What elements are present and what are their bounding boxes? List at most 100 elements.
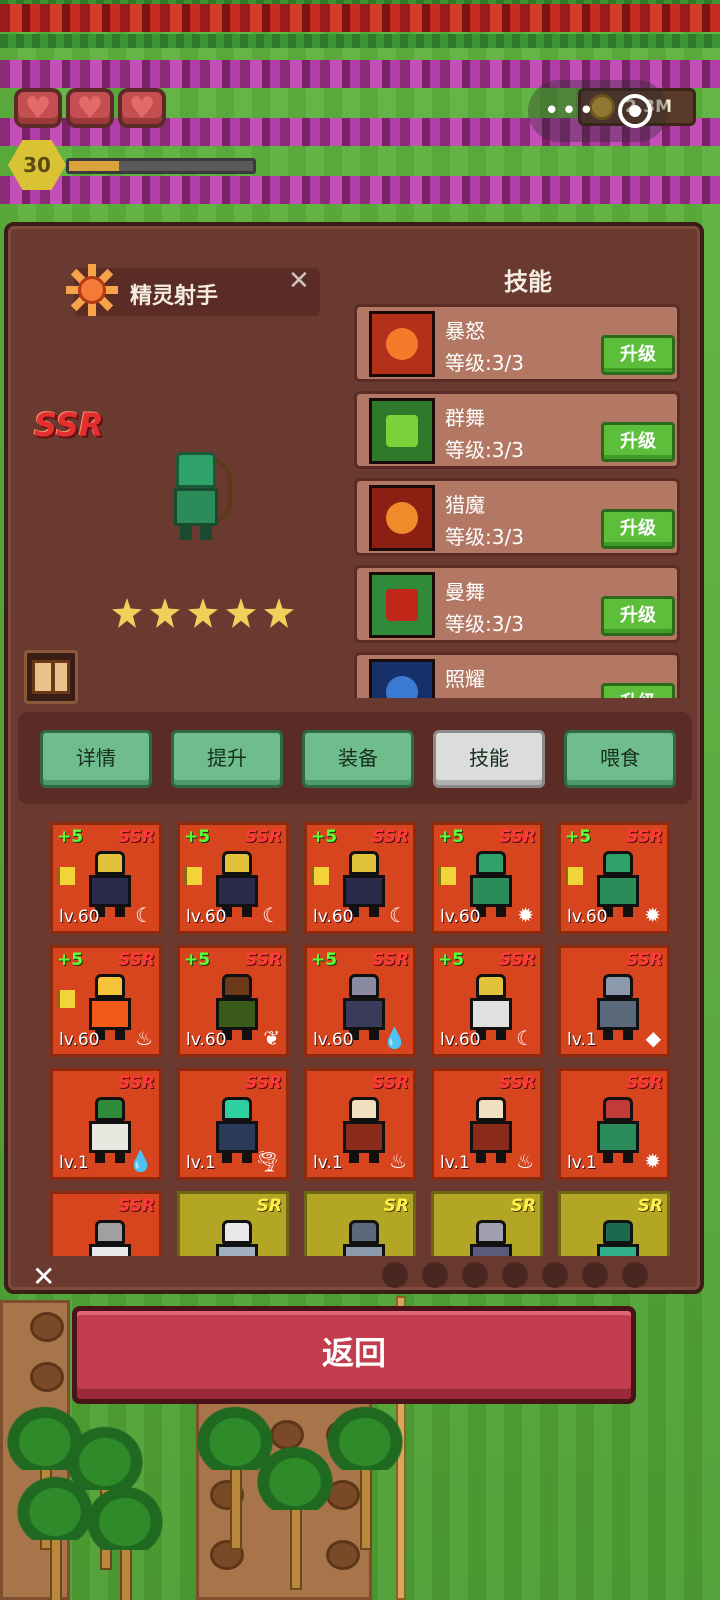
hero-card-elf-archer[interactable]: +5 SSR lv.60 ✹ xyxy=(558,822,670,934)
element-icon: ♨ xyxy=(516,1149,534,1173)
red-flower-row xyxy=(0,4,720,32)
return-button[interactable]: 返回 xyxy=(72,1306,636,1404)
element-icon: 🌪 xyxy=(254,1149,280,1173)
flag-icon xyxy=(311,867,329,885)
unit-level: lv.60 xyxy=(567,907,608,927)
skills-title: 技能 xyxy=(504,268,552,296)
arrow-up-icon xyxy=(369,398,435,464)
earth-filter-icon[interactable] xyxy=(422,1262,448,1288)
book-icon[interactable] xyxy=(24,650,78,704)
skill-level: 等级:3/3 xyxy=(445,525,524,549)
hero-card-dark-knight[interactable]: +5 SSR lv.60 ☾ xyxy=(50,822,162,934)
rarity-tag: SSR xyxy=(118,950,155,970)
more-menu-icon[interactable]: ••• xyxy=(544,96,596,126)
sun-icon xyxy=(66,264,118,316)
upgrade-button[interactable]: 升级 xyxy=(601,335,675,375)
unit-sprite xyxy=(337,1220,391,1256)
element-icon: ☾ xyxy=(262,903,280,927)
hero-card-wind-spirit[interactable]: SSR lv.1 🌪 xyxy=(177,1068,289,1180)
hero-card-dark-knight[interactable]: +5 SSR lv.60 ☾ xyxy=(177,822,289,934)
xp-bar-fill xyxy=(69,161,119,171)
skill-card: 群舞 等级:3/3 升级 xyxy=(354,391,680,469)
tab-2[interactable]: 装备 xyxy=(302,730,414,788)
hero-card-orc-shaman[interactable]: SSR lv.1 ✹ xyxy=(558,1068,670,1180)
hero-card-serpent[interactable]: SR xyxy=(431,1191,543,1256)
hero-card-stone-golem[interactable]: SSR lv.1 ◆ xyxy=(558,945,670,1057)
hero-card-druid[interactable]: SSR lv.1 💧 xyxy=(50,1068,162,1180)
hero-card-minotaur[interactable]: SSR lv.1 ♨ xyxy=(431,1068,543,1180)
enhance-level: +5 xyxy=(184,950,211,970)
fire-filter-icon[interactable] xyxy=(382,1262,408,1288)
hero-card-elf-archer[interactable]: +5 SSR lv.60 ✹ xyxy=(431,822,543,934)
rarity-tag: SSR xyxy=(626,827,663,847)
wind-filter-icon[interactable] xyxy=(502,1262,528,1288)
skill-list[interactable]: 暴怒 等级:3/3 升级 群舞 等级:3/3 升级 猎魔 等级:3/3 升级 曼舞 等级:3/3 升级… xyxy=(354,304,684,698)
water-filter-icon[interactable] xyxy=(462,1262,488,1288)
hero-card-rock[interactable]: SR xyxy=(304,1191,416,1256)
skill-level: 等级:3/3 xyxy=(445,438,524,462)
rarity-tag: SSR xyxy=(499,950,536,970)
rarity-tag: SSR xyxy=(118,1196,155,1216)
skill-level: 等级:3/3 xyxy=(445,351,524,375)
tab-1[interactable]: 提升 xyxy=(171,730,283,788)
unit-sprite xyxy=(464,1097,518,1163)
rarity-tag: SSR xyxy=(245,950,282,970)
close-icon[interactable]: ✕ xyxy=(288,266,310,296)
tab-bar: 详情 提升 装备 技能 喂食 xyxy=(18,712,692,804)
heart-icon: ♥ xyxy=(14,88,62,128)
demon-eye-icon xyxy=(369,485,435,551)
rarity-tag: SSR xyxy=(372,950,409,970)
shield-icon xyxy=(369,659,435,698)
enhance-level: +5 xyxy=(311,827,338,847)
rarity-badge: SSR xyxy=(34,406,104,444)
flame-filter-icon[interactable] xyxy=(542,1262,568,1288)
hero-card-wolf[interactable]: SSR xyxy=(50,1191,162,1256)
rarity-tag: SR xyxy=(510,1196,536,1216)
element-icon: ♨ xyxy=(135,1026,153,1050)
rarity-tag: SSR xyxy=(118,827,155,847)
upgrade-button[interactable]: 升级 xyxy=(601,509,675,549)
unit-level: lv.60 xyxy=(440,1030,481,1050)
rarity-tag: SSR xyxy=(499,827,536,847)
unit-sprite xyxy=(591,1097,645,1163)
palm-tree xyxy=(320,1400,410,1550)
unit-level: lv.60 xyxy=(59,1030,100,1050)
purple-flower-row xyxy=(0,176,720,204)
hero-card-dark-knight[interactable]: +5 SSR lv.60 ☾ xyxy=(304,822,416,934)
upgrade-button[interactable]: 升级 xyxy=(601,596,675,636)
sun-filter-icon[interactable] xyxy=(582,1262,608,1288)
unit-level: lv.1 xyxy=(59,1153,89,1173)
hero-card-cat[interactable]: SR xyxy=(177,1191,289,1256)
skill-card: 曼舞 等级:3/3 升级 xyxy=(354,565,680,643)
element-icon: ❦ xyxy=(263,1026,280,1050)
unit-level: lv.60 xyxy=(186,907,227,927)
hero-card-skeleton-king[interactable]: +5 SSR lv.60 ☾ xyxy=(431,945,543,1057)
rarity-tag: SSR xyxy=(118,1073,155,1093)
filter-close-icon[interactable]: ✕ xyxy=(32,1260,55,1293)
heart-icon: ♥ xyxy=(66,88,114,128)
exit-target-icon[interactable] xyxy=(618,94,652,128)
hero-roster-grid[interactable]: +5 SSR lv.60 ☾ +5 SSR lv.60 ☾ +5 SSR lv.60 ☾ +5 SSR lv… xyxy=(42,822,682,1256)
hero-card-treant[interactable]: +5 SSR lv.60 ❦ xyxy=(177,945,289,1057)
skill-card: 猎魔等级:3/3 升级 xyxy=(354,478,680,556)
tab-3[interactable]: 技能 xyxy=(433,730,545,788)
skill-name: 猎魔 xyxy=(445,493,485,517)
tab-0[interactable]: 详情 xyxy=(40,730,152,788)
hero-card-minotaur[interactable]: SSR lv.1 ♨ xyxy=(304,1068,416,1180)
hero-detail-panel: 精灵射手 ✕ SSR 技能 暴怒 等级:3/3 升级 群舞 等级:3/3 升级 猎魔 等级:3… xyxy=(4,222,704,1294)
tab-4[interactable]: 喂食 xyxy=(564,730,676,788)
upgrade-button[interactable]: 升级 xyxy=(601,422,675,462)
unit-level: lv.1 xyxy=(186,1153,216,1173)
hero-card-slime[interactable]: SR xyxy=(558,1191,670,1256)
upgrade-button[interactable]: 升级 xyxy=(601,683,675,698)
element-icon: ✹ xyxy=(644,1149,661,1173)
hero-sprite xyxy=(158,452,238,542)
element-icon: 💧 xyxy=(382,1026,407,1050)
hero-card-serpent[interactable]: +5 SSR lv.60 💧 xyxy=(304,945,416,1057)
unit-level: lv.1 xyxy=(567,1030,597,1050)
soil-hole xyxy=(30,1312,64,1342)
hero-card-fire-elemental[interactable]: +5 SSR lv.60 ♨ xyxy=(50,945,162,1057)
hero-name: 精灵射手 xyxy=(130,284,219,309)
unit-level: lv.60 xyxy=(59,907,100,927)
moon-filter-icon[interactable] xyxy=(622,1262,648,1288)
